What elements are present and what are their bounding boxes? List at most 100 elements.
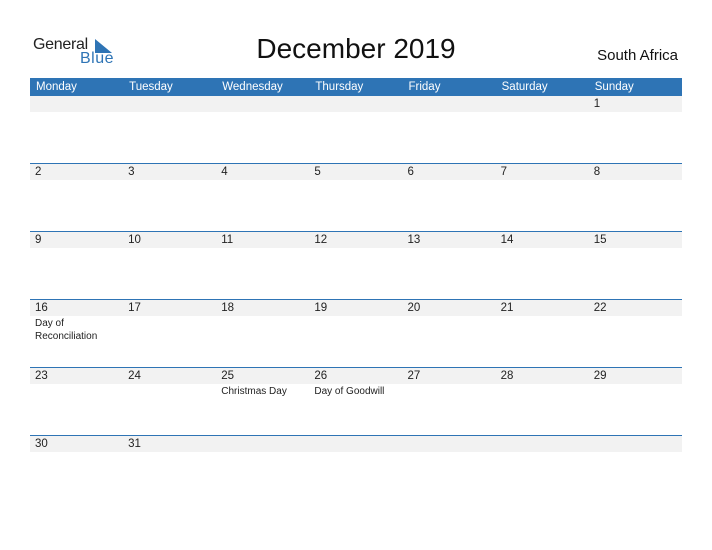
day-number: 25 bbox=[221, 370, 235, 382]
day-cell bbox=[216, 436, 309, 503]
day-number: 23 bbox=[35, 370, 48, 382]
day-number: 5 bbox=[314, 166, 321, 178]
day-cell: 23 bbox=[30, 368, 123, 435]
day-number bbox=[314, 436, 402, 452]
day-number: 7 bbox=[500, 166, 508, 178]
day-cell: 15 bbox=[589, 232, 682, 299]
week-row: 23 24 25 Christmas Day 26 Day of Goodwill 27 28… bbox=[30, 367, 682, 435]
weekday-saturday: Saturday bbox=[501, 81, 548, 93]
day-cell: 24 bbox=[123, 368, 216, 435]
day-cell bbox=[216, 96, 309, 163]
day-number bbox=[314, 96, 402, 112]
week-days: 2 3 4 5 6 7 8 bbox=[30, 164, 682, 231]
week-row: 1 bbox=[30, 96, 682, 163]
day-cell: 19 bbox=[309, 300, 402, 367]
day-cell: 12 bbox=[309, 232, 402, 299]
day-cell: 5 bbox=[309, 164, 402, 231]
week-row: 16 Day of Reconciliation 17 18 19 20 21 22 bbox=[30, 299, 682, 367]
day-number: 13 bbox=[407, 234, 421, 246]
day-number bbox=[594, 436, 682, 452]
day-cell bbox=[589, 436, 682, 503]
day-cell: 21 bbox=[496, 300, 589, 367]
day-cell bbox=[496, 96, 589, 163]
holiday-label: Day of Reconciliation bbox=[35, 318, 98, 342]
day-cell: 16 Day of Reconciliation bbox=[30, 300, 123, 367]
day-cell: 31 bbox=[123, 436, 216, 503]
day-cell: 10 bbox=[123, 232, 216, 299]
day-number: 1 bbox=[593, 98, 601, 110]
week-days: 9 10 11 12 13 14 15 bbox=[30, 232, 682, 299]
week-days: 1 bbox=[30, 96, 682, 163]
week-days: 23 24 25 Christmas Day 26 Day of Goodwill 27 28… bbox=[30, 368, 682, 435]
day-number: 14 bbox=[500, 234, 514, 246]
day-cell bbox=[309, 436, 402, 503]
day-number: 9 bbox=[35, 234, 42, 246]
week-row: 9 10 11 12 13 14 15 bbox=[30, 231, 682, 299]
weekday-monday: Monday bbox=[36, 81, 77, 93]
day-number: 4 bbox=[221, 166, 228, 178]
day-number: 22 bbox=[593, 302, 607, 314]
week-days: 30 31 bbox=[30, 436, 682, 503]
day-cell bbox=[496, 436, 589, 503]
day-number bbox=[408, 96, 496, 112]
day-cell: 13 bbox=[403, 232, 496, 299]
day-cell: 20 bbox=[403, 300, 496, 367]
day-number: 11 bbox=[221, 234, 234, 246]
day-cell bbox=[123, 96, 216, 163]
day-cell: 18 bbox=[216, 300, 309, 367]
day-number: 20 bbox=[407, 302, 421, 314]
day-cell: 8 bbox=[589, 164, 682, 231]
day-cell: 6 bbox=[403, 164, 496, 231]
day-cell bbox=[403, 436, 496, 503]
day-number: 27 bbox=[407, 370, 421, 382]
day-cell: 27 bbox=[403, 368, 496, 435]
day-number: 24 bbox=[128, 370, 141, 382]
day-cell bbox=[403, 96, 496, 163]
day-number: 12 bbox=[314, 234, 328, 246]
day-number: 30 bbox=[35, 438, 48, 450]
weekday-sunday: Sunday bbox=[594, 81, 634, 93]
day-number: 21 bbox=[500, 302, 514, 314]
day-number bbox=[221, 436, 309, 452]
day-cell bbox=[309, 96, 402, 163]
weekday-tuesday: Tuesday bbox=[129, 81, 173, 93]
weeks-container: 1 2 3 4 5 6 7 8 9 10 11 12 13 14 15 16 Day of Reconcilia… bbox=[30, 96, 682, 503]
day-cell: 1 bbox=[589, 96, 682, 163]
day-cell bbox=[30, 96, 123, 163]
weekday-friday: Friday bbox=[408, 81, 441, 93]
day-number bbox=[35, 96, 123, 112]
day-number: 28 bbox=[500, 370, 514, 382]
day-number: 18 bbox=[221, 302, 235, 314]
weekday-wednesday: Wednesday bbox=[222, 81, 283, 93]
day-number: 6 bbox=[407, 166, 414, 178]
week-row: 30 31 bbox=[30, 435, 682, 503]
day-cell: 7 bbox=[496, 164, 589, 231]
day-number bbox=[501, 436, 589, 452]
day-number: 31 bbox=[128, 438, 141, 450]
day-number bbox=[408, 436, 496, 452]
holiday-label: Christmas Day bbox=[221, 386, 287, 397]
day-cell: 29 bbox=[589, 368, 682, 435]
day-cell: 11 bbox=[216, 232, 309, 299]
day-cell: 17 bbox=[123, 300, 216, 367]
holiday-label: Day of Goodwill bbox=[314, 386, 385, 397]
week-days: 16 Day of Reconciliation 17 18 19 20 21 22 bbox=[30, 300, 682, 367]
day-cell: 2 bbox=[30, 164, 123, 231]
day-cell: 4 bbox=[216, 164, 309, 231]
day-number: 19 bbox=[314, 302, 328, 314]
day-cell: 30 bbox=[30, 436, 123, 503]
day-cell: 9 bbox=[30, 232, 123, 299]
country-label: South Africa bbox=[597, 47, 678, 64]
day-number: 8 bbox=[593, 166, 601, 178]
weekday-thursday: Thursday bbox=[315, 81, 364, 93]
day-number: 17 bbox=[128, 302, 141, 314]
day-cell: 26 Day of Goodwill bbox=[309, 368, 402, 435]
day-number: 15 bbox=[593, 234, 607, 246]
day-cell: 3 bbox=[123, 164, 216, 231]
day-number: 29 bbox=[593, 370, 607, 382]
day-cell: 28 bbox=[496, 368, 589, 435]
day-number: 2 bbox=[35, 166, 42, 178]
day-number: 26 bbox=[314, 370, 328, 382]
day-number: 10 bbox=[128, 234, 141, 246]
day-number bbox=[128, 96, 216, 112]
